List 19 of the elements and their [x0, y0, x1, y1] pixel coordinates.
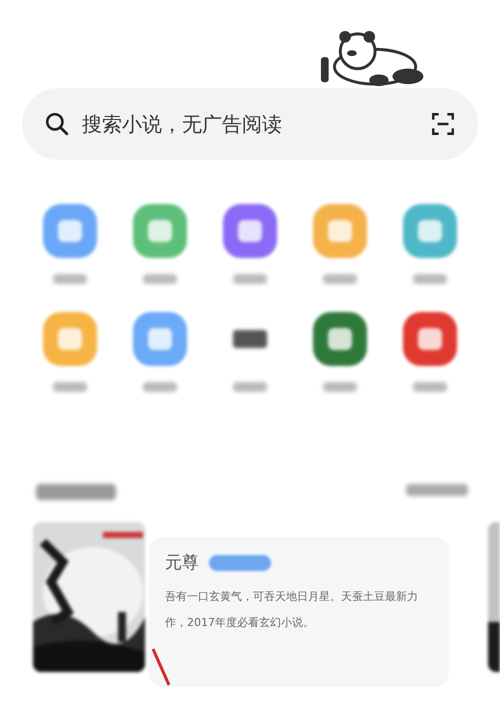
blurred-label	[413, 274, 447, 284]
blurred-tag	[209, 554, 271, 570]
scan-icon[interactable]	[430, 111, 456, 137]
search-icon	[44, 111, 70, 137]
blurred-label	[143, 382, 177, 392]
book-description: 吾有一口玄黄气，可吞天地日月星。天蚕土豆最新力作，2017年度必看玄幻小说。	[165, 589, 419, 631]
blurred-label	[233, 382, 267, 392]
annotation-line	[150, 647, 172, 687]
blurred-label	[143, 274, 177, 284]
blurred-label	[323, 274, 357, 284]
search-field[interactable]: 搜索小说，无广告阅读	[22, 88, 478, 160]
blurred-link[interactable]	[406, 484, 468, 496]
book-title: 元尊	[165, 552, 199, 574]
book-card[interactable]: 元尊 吾有一口玄黄气，可吞天地日月星。天蚕土豆最新力作，2017年度必看玄幻小说。	[149, 537, 449, 687]
blurred-label	[323, 382, 357, 392]
blurred-label	[413, 382, 447, 392]
blurred-label	[233, 274, 267, 284]
blurred-label	[53, 274, 87, 284]
blurred-label	[53, 382, 87, 392]
